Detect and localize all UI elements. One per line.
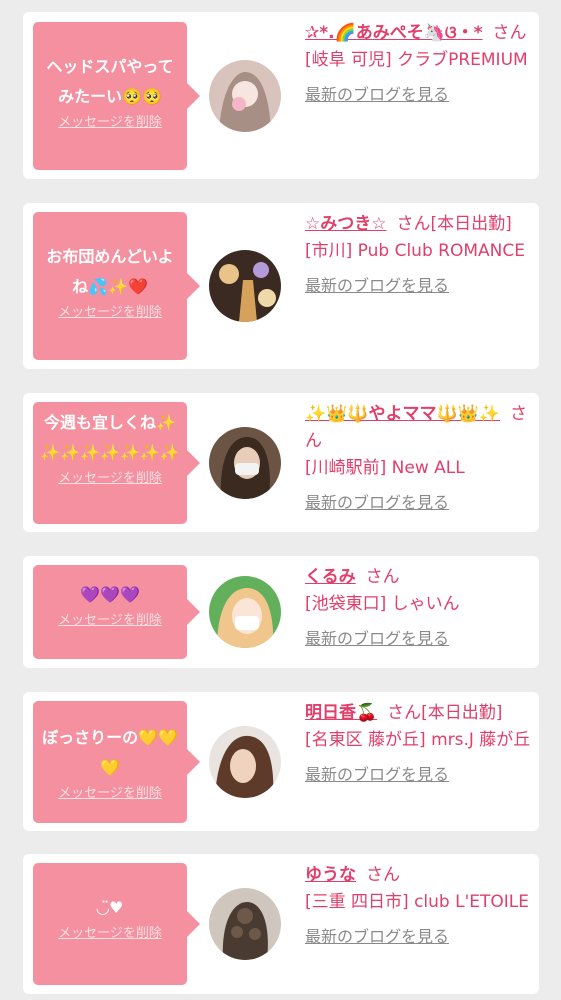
shop-info: [池袋東口] しゃいん [305, 591, 531, 618]
cast-name-link[interactable]: くるみ [305, 567, 356, 587]
area-text: [池袋東口] [305, 594, 387, 614]
message-text: ぼっさりーの💛💛💛 [42, 728, 178, 777]
avatar[interactable] [209, 726, 281, 798]
cast-name-link[interactable]: 明日香🍒 [305, 703, 377, 723]
avatar[interactable] [209, 60, 281, 132]
shop-info: [岐阜 可児] クラブPREMIUM [305, 47, 531, 74]
message-text: 今週も宜しくね✨✨✨✨✨✨✨✨ [40, 413, 180, 462]
cast-name-link[interactable]: ☆みつき☆ [305, 214, 386, 234]
message-bubble: お布団めんどいよね💦✨❤️ メッセージを削除 [33, 212, 200, 360]
delete-message-link[interactable]: メッセージを削除 [39, 470, 181, 488]
message-card: お布団めんどいよね💦✨❤️ メッセージを削除 ☆みつき☆ さん[本日出勤] [市川… [23, 203, 539, 369]
cast-name-link[interactable]: ✰*.🌈あみぺそ🦄ଓ・* [305, 23, 483, 43]
latest-blog-link[interactable]: 最新のブログを見る [305, 625, 449, 652]
shop-name: club L'ETOILE [414, 892, 529, 912]
cast-name-link[interactable]: ✨👑🔱やよママ🔱👑✨ [305, 404, 500, 424]
delete-message-link[interactable]: メッセージを削除 [39, 612, 181, 630]
honorific: さん [492, 23, 527, 43]
latest-blog-link[interactable]: 最新のブログを見る [305, 81, 449, 108]
shop-info: [三重 四日市] club L'ETOILE [305, 889, 531, 916]
shop-name: Pub Club ROMANCE [357, 241, 525, 261]
latest-blog-link[interactable]: 最新のブログを見る [305, 489, 449, 516]
shop-info: [名東区 藤が丘] mrs.J 藤が丘 [305, 727, 531, 754]
cast-info: くるみ さん [池袋東口] しゃいん 最新のブログを見る [305, 564, 531, 653]
message-text: お布団めんどいよね💦✨❤️ [46, 247, 174, 296]
shop-info: [川崎駅前] New ALL [305, 455, 531, 482]
shop-name: New ALL [391, 458, 465, 478]
cast-info: ✨👑🔱やよママ🔱👑✨ さん [川崎駅前] New ALL 最新のブログを見る [305, 401, 531, 517]
cast-info: ✰*.🌈あみぺそ🦄ଓ・* さん [岐阜 可児] クラブPREMIUM 最新のブログ… [305, 20, 531, 109]
latest-blog-link[interactable]: 最新のブログを見る [305, 272, 449, 299]
status-text: [本日出勤] [430, 214, 512, 234]
avatar[interactable] [209, 888, 281, 960]
shop-name: しゃいん [391, 594, 460, 614]
message-text: ヘッドスパやってみたーい🥺🥺 [46, 57, 174, 106]
message-list: ヘッドスパやってみたーい🥺🥺 メッセージを削除 ✰*.🌈あみぺそ🦄ଓ・* さん [… [0, 0, 561, 1000]
message-card: ヘッドスパやってみたーい🥺🥺 メッセージを削除 ✰*.🌈あみぺそ🦄ଓ・* さん [… [23, 12, 539, 179]
honorific: さん [366, 865, 400, 885]
shop-name: mrs.J 藤が丘 [431, 730, 531, 750]
message-bubble: ヘッドスパやってみたーい🥺🥺 メッセージを削除 [33, 22, 200, 170]
area-text: [市川] [305, 241, 353, 261]
avatar[interactable] [209, 576, 281, 648]
cast-info: ゆうな さん [三重 四日市] club L'ETOILE 最新のブログを見る [305, 862, 531, 951]
message-text: 💜💜💜 [80, 585, 140, 604]
area-text: [三重 四日市] [305, 892, 409, 912]
message-bubble: ぼっさりーの💛💛💛 メッセージを削除 [33, 701, 200, 823]
honorific: さん [396, 214, 431, 234]
message-bubble: ◡̈♥︎ メッセージを削除 [33, 863, 200, 985]
delete-message-link[interactable]: メッセージを削除 [39, 304, 181, 322]
shop-name: クラブPREMIUM [397, 50, 528, 70]
message-text: ◡̈♥︎ [96, 898, 124, 917]
honorific: さん [365, 567, 400, 587]
area-text: [岐阜 可児] [305, 50, 392, 70]
message-card: ぼっさりーの💛💛💛 メッセージを削除 明日香🍒 さん[本日出勤] [名東区 藤が丘… [23, 692, 539, 831]
message-card: ◡̈♥︎ メッセージを削除 ゆうな さん [三重 四日市] club L'ETOI… [23, 854, 539, 994]
latest-blog-link[interactable]: 最新のブログを見る [305, 923, 449, 950]
message-bubble: 今週も宜しくね✨✨✨✨✨✨✨✨ メッセージを削除 [33, 402, 200, 524]
area-text: [川崎駅前] [305, 458, 387, 478]
area-text: [名東区 藤が丘] [305, 730, 426, 750]
status-text: [本日出勤] [421, 703, 503, 723]
message-bubble: 💜💜💜 メッセージを削除 [33, 565, 200, 659]
delete-message-link[interactable]: メッセージを削除 [39, 925, 181, 943]
cast-info: 明日香🍒 さん[本日出勤] [名東区 藤が丘] mrs.J 藤が丘 最新のブログを… [305, 700, 531, 789]
avatar[interactable] [209, 427, 281, 499]
delete-message-link[interactable]: メッセージを削除 [39, 785, 181, 803]
latest-blog-link[interactable]: 最新のブログを見る [305, 761, 449, 788]
avatar[interactable] [209, 250, 281, 322]
message-card: 💜💜💜 メッセージを削除 くるみ さん [池袋東口] しゃいん 最新のブログを見る [23, 556, 539, 668]
cast-info: ☆みつき☆ さん[本日出勤] [市川] Pub Club ROMANCE 最新のブ… [305, 211, 531, 300]
cast-name-link[interactable]: ゆうな [305, 865, 356, 885]
delete-message-link[interactable]: メッセージを削除 [39, 114, 181, 132]
honorific: さん [387, 703, 422, 723]
message-card: 今週も宜しくね✨✨✨✨✨✨✨✨ メッセージを削除 ✨👑🔱やよママ🔱👑✨ さん [川… [23, 393, 539, 532]
shop-info: [市川] Pub Club ROMANCE [305, 238, 531, 265]
